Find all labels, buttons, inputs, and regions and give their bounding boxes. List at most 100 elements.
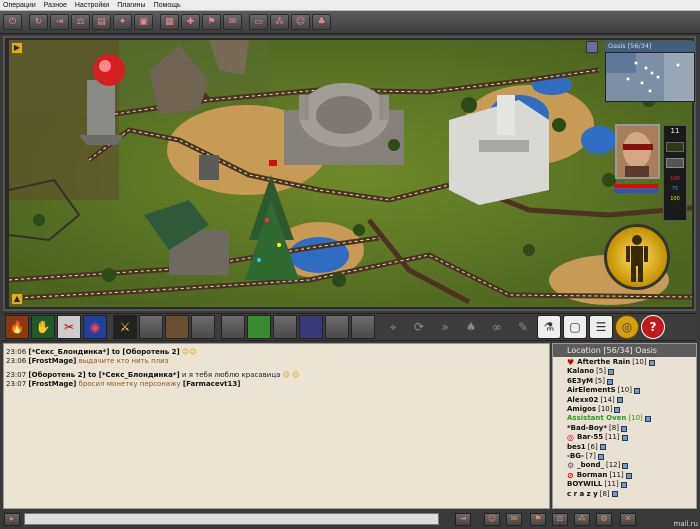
menu-misc[interactable]: Разное: [44, 0, 67, 11]
player-name[interactable]: Borman: [577, 471, 608, 480]
gift-icon[interactable]: ♣: [312, 14, 331, 30]
trade-icon[interactable]: ⚖: [71, 14, 90, 30]
chat-input[interactable]: [24, 513, 439, 525]
mail-icon[interactable]: ✉: [223, 14, 242, 30]
tree-icon[interactable]: ♠: [459, 315, 483, 339]
clan-badge-icon[interactable]: [634, 387, 640, 394]
chat-private-icon[interactable]: ✉: [506, 513, 522, 526]
chat-nick[interactable]: [Оборотень 2] to [*Секс_Блондинка*]: [28, 371, 179, 379]
chat-nick[interactable]: [*Секс_Блондинка*] to [Оборотень 2]: [28, 348, 179, 356]
login-icon[interactable]: ⇥: [50, 14, 69, 30]
clan-badge-icon[interactable]: [625, 472, 632, 479]
coin-icon[interactable]: ◎: [615, 315, 639, 339]
belt-slot-7[interactable]: [299, 315, 323, 339]
fast-forward-icon[interactable]: »: [433, 315, 457, 339]
menu-help[interactable]: Помощь: [154, 0, 181, 11]
player-name[interactable]: *Bad-Boy*: [567, 424, 607, 433]
belt-slot-8[interactable]: [325, 315, 349, 339]
belt-slot-1[interactable]: [139, 315, 163, 339]
belt-slot-9[interactable]: [351, 315, 375, 339]
chat-nick[interactable]: [FrostMage]: [28, 380, 76, 388]
player-row[interactable]: Alexx02 [14]: [567, 396, 696, 405]
group-icon[interactable]: ⁂: [270, 14, 289, 30]
game-map[interactable]: ▶ ▲: [9, 40, 692, 307]
menu-settings[interactable]: Настройки: [75, 0, 109, 11]
character-portrait[interactable]: [615, 124, 660, 179]
player-name[interactable]: -BG-: [567, 452, 584, 461]
flask-icon[interactable]: ⚗: [537, 315, 561, 339]
player-row[interactable]: *Bad-Boy* [8]: [567, 424, 696, 433]
clan-icon[interactable]: ⚑: [202, 14, 221, 30]
clan-badge-icon[interactable]: [648, 359, 655, 366]
player-name[interactable]: _bond_: [577, 461, 604, 470]
chat-group-icon[interactable]: ⁂: [574, 513, 590, 526]
clan-badge-icon[interactable]: [608, 369, 614, 376]
belt-slot-2[interactable]: [165, 315, 189, 339]
chat-log[interactable]: 23:06 [*Секс_Блондинка*] to [Оборотень 2…: [3, 343, 550, 509]
player-name[interactable]: Kalano: [567, 367, 594, 376]
eye-skill-icon[interactable]: ◉: [83, 315, 107, 339]
skills-icon[interactable]: ✦: [113, 14, 132, 30]
player-row[interactable]: 6E3yM [5]: [567, 377, 696, 386]
clan-badge-icon[interactable]: [611, 491, 618, 498]
belt-slot-6[interactable]: [273, 315, 297, 339]
map-icon[interactable]: ▦: [160, 14, 179, 30]
player-row[interactable]: ♥ Afterthe Rain [10]: [567, 358, 696, 367]
chat-clear-icon[interactable]: ✕: [620, 513, 636, 526]
belt-slot-3[interactable]: [191, 315, 215, 339]
clan-badge-icon[interactable]: [644, 416, 651, 423]
binoculars-icon[interactable]: ∞: [485, 315, 509, 339]
player-row[interactable]: bes1 [6]: [567, 443, 696, 452]
emoticon-icon[interactable]: ☺: [484, 513, 500, 526]
player-name[interactable]: Assistant Oven: [567, 414, 626, 423]
chat-bubble-icon[interactable]: ✎: [511, 315, 535, 339]
chat-clan-icon[interactable]: ⚑: [530, 513, 546, 526]
chat-trade-icon[interactable]: ⚖: [552, 513, 568, 526]
heal-skill-icon[interactable]: ✋: [31, 315, 55, 339]
clan-badge-icon[interactable]: [597, 453, 604, 460]
player-row[interactable]: -BG- [7]: [567, 452, 696, 461]
player-name[interactable]: Amigos: [567, 405, 596, 414]
player-name[interactable]: bes1: [567, 443, 586, 452]
window-icon[interactable]: ▢: [563, 315, 587, 339]
exit-icon[interactable]: ⏻: [3, 14, 22, 30]
help-icon[interactable]: ?: [641, 315, 665, 339]
menu-operations[interactable]: Операции: [3, 0, 36, 11]
location-icon[interactable]: [586, 41, 598, 53]
player-row[interactable]: ◎ Bar-55 [11]: [567, 433, 696, 442]
player-row[interactable]: ⚙ _bond_ [12]: [567, 461, 696, 470]
fire-skill-icon[interactable]: 🔥: [5, 315, 29, 339]
expand-map-button[interactable]: ▶: [11, 42, 23, 54]
player-name[interactable]: BOYWILL: [567, 480, 602, 489]
player-row[interactable]: c r a z y [8]: [567, 490, 696, 499]
player-row[interactable]: AirElementS [10]: [567, 386, 696, 395]
chat-settings-icon[interactable]: ⚙: [596, 513, 612, 526]
save-icon[interactable]: ▭: [249, 14, 268, 30]
chat-send-icon[interactable]: ⇥: [455, 513, 471, 526]
minimap[interactable]: [605, 52, 695, 102]
potion-icon[interactable]: ✚: [181, 14, 200, 30]
crosshair-icon[interactable]: ⌖: [381, 315, 405, 339]
menu-plugins[interactable]: Плагины: [117, 0, 145, 11]
player-name[interactable]: 6E3yM: [567, 377, 593, 386]
shield-icon[interactable]: [666, 158, 684, 168]
player-row[interactable]: Amigos [10]: [567, 405, 696, 414]
player-name[interactable]: c r a z y: [567, 490, 598, 499]
belt-slot-5[interactable]: [247, 315, 271, 339]
clan-badge-icon[interactable]: [606, 378, 613, 385]
player-name[interactable]: Afterthe Rain: [577, 358, 630, 367]
player-name[interactable]: Bar-55: [577, 433, 603, 442]
refresh-icon[interactable]: ⟳: [407, 315, 431, 339]
player-name[interactable]: AirElementS: [567, 386, 616, 395]
player-name[interactable]: Alexx02: [567, 396, 598, 405]
chat-target-nick[interactable]: [Farmacevt13]: [183, 380, 241, 388]
player-row[interactable]: BOYWILL [11]: [567, 480, 696, 489]
belt-slot-4[interactable]: [221, 315, 245, 339]
player-row[interactable]: ⊘ Borman [11]: [567, 471, 696, 480]
quests-icon[interactable]: ▣: [134, 14, 153, 30]
clan-badge-icon[interactable]: [620, 425, 627, 432]
player-row[interactable]: Assistant Oven [10]: [567, 414, 696, 423]
clan-badge-icon[interactable]: [621, 434, 628, 441]
collapse-map-button[interactable]: ▲: [11, 293, 23, 305]
character-body-button[interactable]: [604, 224, 670, 290]
